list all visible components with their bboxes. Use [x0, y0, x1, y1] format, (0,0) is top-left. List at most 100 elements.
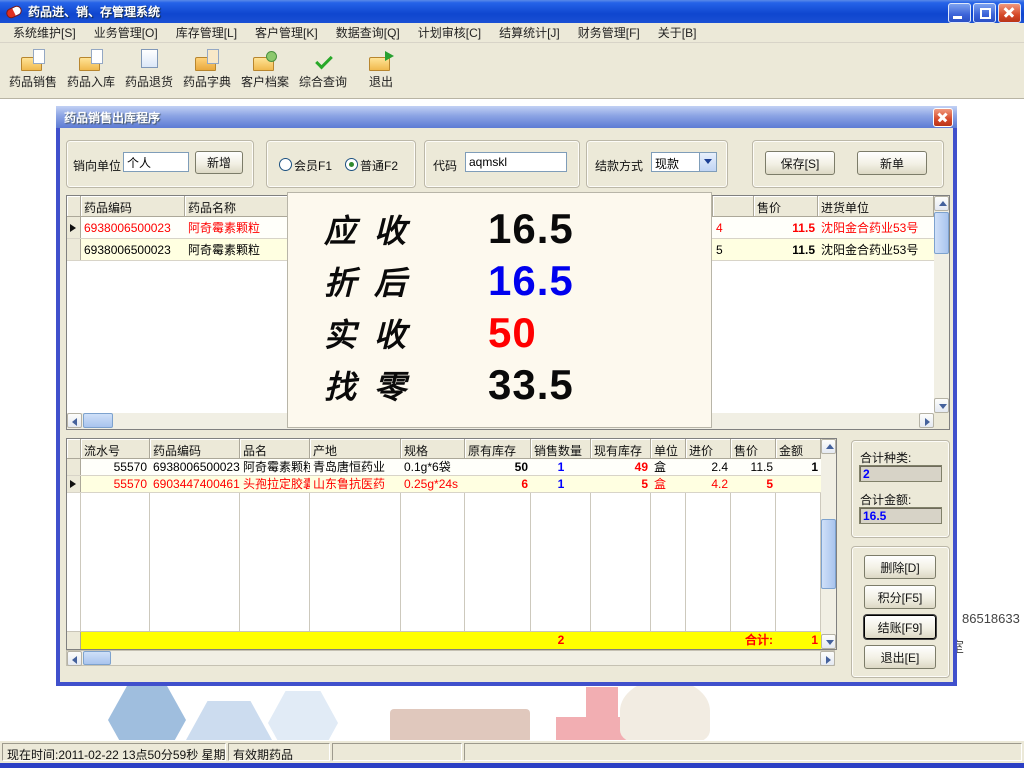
minimize-button[interactable] [948, 3, 971, 23]
drug-dictionary-icon [194, 49, 220, 71]
exit-button[interactable]: 退出[E] [864, 645, 936, 669]
total-cell [591, 632, 651, 649]
close-button[interactable] [998, 3, 1021, 23]
table-cell: 49 [591, 459, 651, 475]
delete-button[interactable]: 删除[D] [864, 555, 936, 579]
column-header [713, 196, 754, 217]
exit-icon [368, 49, 394, 71]
total-types-label: 合计种类: [860, 449, 911, 466]
customer-archive-icon [252, 49, 278, 71]
restore-button[interactable] [973, 3, 996, 23]
new-order-button[interactable]: 新单 [857, 151, 927, 175]
payment-row: 实收50 [288, 307, 711, 359]
column-header: 进价 [686, 439, 731, 459]
dialog-title-bar: 药品销售出库程序 [56, 106, 957, 128]
payment-row-value: 16.5 [488, 205, 574, 253]
points-button[interactable]: 积分[F5] [864, 585, 936, 609]
table-cell: 盒 [651, 476, 686, 492]
table-cell: 6938006500023 [150, 459, 240, 475]
total-cell [310, 632, 401, 649]
menu-item[interactable]: 财务管理[F] [569, 23, 649, 43]
menu-item[interactable]: 结算统计[J] [490, 23, 569, 43]
main-title-bar: 药品进、销、存管理系统 [0, 0, 1024, 23]
normal-radio[interactable] [345, 158, 358, 171]
drug-in-icon [78, 49, 104, 71]
sales-grid: 流水号药品编码品名产地规格原有库存销售数量现有库存单位进价售价金额5557069… [67, 439, 821, 649]
menu-item[interactable]: 业务管理[O] [85, 23, 167, 43]
column-header: 药品编码 [150, 439, 240, 459]
add-customer-button[interactable]: 新增 [195, 151, 243, 174]
total-types-value: 2 [859, 465, 942, 482]
table-cell: 1 [776, 459, 821, 475]
checkout-button[interactable]: 结账[F9] [864, 615, 936, 639]
menu-item[interactable]: 客户管理[K] [246, 23, 327, 43]
code-input[interactable] [465, 152, 567, 172]
payment-row: 应收16.5 [288, 203, 711, 255]
payment-row-label: 找零 [324, 362, 454, 408]
table-cell: 11.5 [731, 459, 776, 475]
menu-item[interactable]: 系统维护[S] [4, 23, 85, 43]
customer-input[interactable] [123, 152, 189, 172]
menu-item[interactable]: 关于[B] [649, 23, 706, 43]
total-cell: 2 [531, 632, 591, 649]
toolbar-item[interactable]: 药品销售 [4, 43, 62, 90]
table-row[interactable]: 555706903447400461头孢拉定胶囊 原山东鲁抗医药0.25g*24… [67, 476, 821, 493]
status-time: 现在时间:2011-02-22 13点50分59秒 星期二 [2, 743, 226, 761]
table-cell [776, 476, 821, 492]
menu-item[interactable]: 计划审核[C] [409, 23, 490, 43]
column-header: 规格 [401, 439, 465, 459]
payment-method-select[interactable]: 现款 [651, 152, 717, 172]
toolbar-item[interactable]: 药品字典 [178, 43, 236, 90]
current-row-arrow-icon [70, 480, 76, 488]
payment-summary-panel: 应收16.5折后16.5实收50找零33.5 [287, 192, 712, 428]
menu-bar: 系统维护[S]业务管理[O]库存管理[L]客户管理[K]数据查询[Q]计划审核[… [0, 23, 1024, 43]
menu-item[interactable]: 库存管理[L] [167, 23, 246, 43]
window-title: 药品进、销、存管理系统 [28, 3, 160, 20]
toolbar-item[interactable]: 综合查询 [294, 43, 352, 90]
table-cell: 5 [731, 476, 776, 492]
payment-row-value: 50 [488, 309, 537, 357]
dialog-client-area: 销向单位 新增 会员F1 普通F2 代码 结款方式 现款 保存[S] 新单 [60, 128, 953, 682]
dialog-close-icon[interactable] [933, 108, 953, 127]
total-cell [686, 632, 731, 649]
code-label: 代码 [433, 157, 457, 174]
sales-vscrollbar[interactable] [821, 439, 836, 649]
column-header: 现有库存 [591, 439, 651, 459]
chevron-down-icon[interactable] [699, 153, 716, 171]
toolbar-item-label: 客户档案 [236, 73, 294, 90]
table-row[interactable]: 555706938006500023阿奇霉素颗粒青岛唐恒药业0.1g*6袋501… [67, 459, 821, 476]
column-header: 售价 [731, 439, 776, 459]
status-panel-4 [464, 743, 1022, 761]
column-header: 品名 [240, 439, 310, 459]
toolbar-item[interactable]: 药品入库 [62, 43, 120, 90]
table-cell: 青岛唐恒药业 [310, 459, 401, 475]
sales-dialog: 药品销售出库程序 销向单位 新增 会员F1 普通F2 代码 结款方式 现款 [56, 106, 957, 686]
menu-item[interactable]: 数据查询[Q] [327, 23, 409, 43]
toolbar-item[interactable]: 退出 [352, 43, 410, 90]
total-cell [465, 632, 531, 649]
total-cell [401, 632, 465, 649]
table-cell: 4.2 [686, 476, 731, 492]
actions-group: 保存[S] 新单 [752, 140, 944, 188]
dialog-title: 药品销售出库程序 [64, 109, 160, 126]
product-vscrollbar[interactable] [934, 196, 949, 413]
member-radio[interactable] [279, 158, 292, 171]
column-header: 原有库存 [465, 439, 531, 459]
member-radio-label: 会员F1 [294, 157, 332, 174]
toolbar-item[interactable]: 药品退货 [120, 43, 178, 90]
table-cell: 6903447400461 [150, 476, 240, 492]
toolbar-item-label: 退出 [352, 73, 410, 90]
column-header [67, 439, 81, 459]
total-cell: 合计: [731, 632, 776, 649]
table-cell: 55570 [81, 459, 150, 475]
toolbar-item-label: 药品退货 [120, 73, 178, 90]
save-button[interactable]: 保存[S] [765, 151, 835, 175]
table-cell: 55570 [81, 476, 150, 492]
toolbar-item-label: 药品字典 [178, 73, 236, 90]
current-row-arrow-icon [70, 224, 76, 232]
table-cell: 50 [465, 459, 531, 475]
sales-hscrollbar[interactable] [66, 650, 835, 666]
toolbar-item[interactable]: 客户档案 [236, 43, 294, 90]
column-header: 单位 [651, 439, 686, 459]
column-header: 进货单位 [818, 196, 934, 217]
